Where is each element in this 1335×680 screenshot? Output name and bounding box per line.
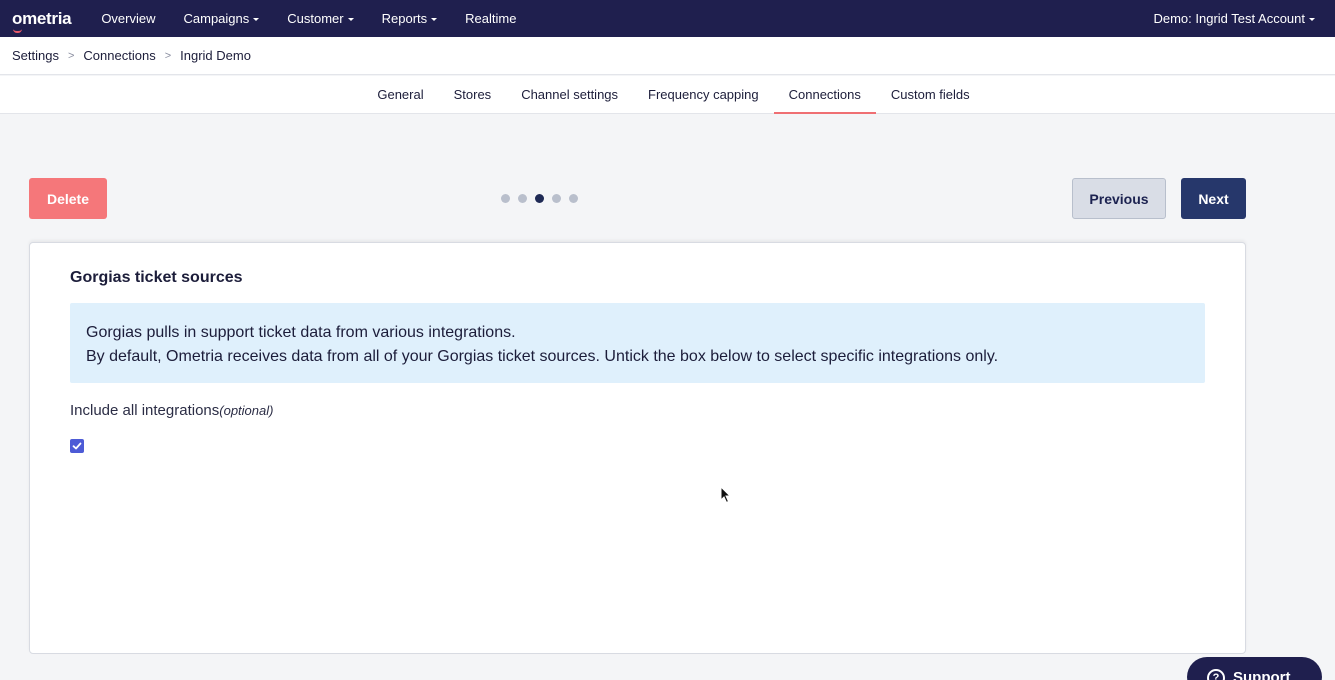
tab-stores[interactable]: Stores	[439, 76, 507, 113]
ometria-logo[interactable]: ometria	[12, 8, 72, 33]
chevron-down-icon	[431, 17, 438, 21]
nav-item-label: Reports	[381, 11, 428, 26]
next-button[interactable]: Next	[1181, 178, 1246, 219]
nav-item-customer[interactable]: Customer	[273, 0, 367, 37]
tab-connections[interactable]: Connections	[773, 76, 877, 114]
nav-item-label: Realtime	[465, 11, 517, 26]
gorgias-sources-card: Gorgias ticket sources Gorgias pulls in …	[29, 242, 1246, 654]
tab-general[interactable]: General	[362, 76, 438, 113]
mouse-cursor-icon	[720, 486, 732, 504]
account-menu[interactable]: Demo: Ingrid Test Account	[1153, 0, 1315, 37]
step-dot	[569, 194, 578, 203]
nav-item-label: Overview	[101, 11, 156, 26]
include-all-integrations-label: Include all integrations(optional)	[70, 402, 273, 419]
include-all-integrations-checkbox[interactable]	[70, 439, 84, 453]
info-line-1: Gorgias pulls in support ticket data fro…	[86, 324, 516, 341]
chevron-down-icon	[347, 17, 354, 21]
card-title: Gorgias ticket sources	[70, 269, 243, 286]
nav-item-label: Campaigns	[183, 11, 250, 26]
top-navbar: ometria Overview Campaigns Customer Reports…	[0, 0, 1335, 37]
step-dot	[552, 194, 561, 203]
field-label-text: Include all integrations	[70, 402, 220, 419]
settings-tabs: General Stores Channel settings Frequency c…	[0, 76, 1335, 114]
nav-item-reports[interactable]: Reports	[368, 0, 452, 37]
info-line-2: By default, Ometria receives data from a…	[86, 348, 999, 365]
main-nav: Overview Campaigns Customer Reports Realtime	[87, 0, 530, 37]
logo-text: ometria	[12, 8, 72, 28]
logo-swoosh-icon	[13, 29, 22, 33]
checkmark-icon	[72, 442, 82, 450]
tab-channel-settings[interactable]: Channel settings	[506, 76, 633, 113]
chevron-down-icon	[253, 17, 260, 21]
support-button[interactable]: ? Support	[1187, 657, 1322, 680]
info-banner: Gorgias pulls in support ticket data fro…	[70, 303, 1205, 383]
breadcrumb-separator: >	[164, 49, 172, 62]
nav-item-realtime[interactable]: Realtime	[451, 0, 530, 37]
delete-button[interactable]: Delete	[29, 178, 107, 219]
step-indicator	[501, 194, 578, 203]
account-name: Demo: Ingrid Test Account	[1153, 11, 1305, 26]
support-label: Support	[1233, 669, 1291, 680]
previous-button[interactable]: Previous	[1072, 178, 1166, 219]
tab-custom-fields[interactable]: Custom fields	[876, 76, 985, 113]
nav-item-campaigns[interactable]: Campaigns	[170, 0, 274, 37]
tab-frequency-capping[interactable]: Frequency capping	[633, 76, 774, 113]
breadcrumb-separator: >	[67, 49, 75, 62]
chevron-down-icon	[1309, 17, 1315, 21]
breadcrumb-item-connections[interactable]: Connections	[83, 48, 155, 63]
step-dot	[518, 194, 527, 203]
breadcrumb-item-settings[interactable]: Settings	[12, 48, 59, 63]
nav-item-overview[interactable]: Overview	[87, 0, 169, 37]
field-optional-text: (optional)	[219, 403, 274, 418]
question-icon: ?	[1207, 669, 1225, 680]
step-dot	[535, 194, 544, 203]
step-dot	[501, 194, 510, 203]
breadcrumb-item-ingrid-demo: Ingrid Demo	[180, 48, 251, 63]
breadcrumb: Settings > Connections > Ingrid Demo	[0, 37, 1335, 75]
nav-item-label: Customer	[287, 11, 344, 26]
